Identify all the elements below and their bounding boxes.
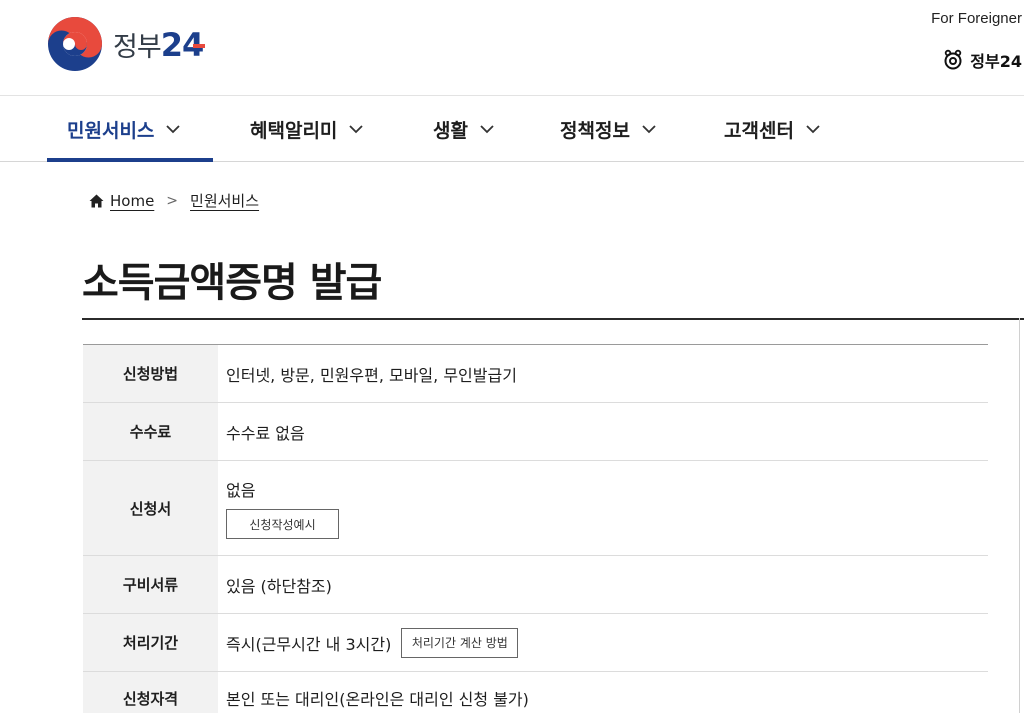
row-value-cell: 없음 신청작성예시 xyxy=(218,461,988,555)
page-title: 소득금액증명 발급 xyxy=(82,260,382,306)
content-right-border xyxy=(1019,318,1020,713)
row-header: 신청방법 xyxy=(83,345,218,402)
table-row: 구비서류 있음 (하단참조) xyxy=(83,556,988,614)
table-row: 신청서 없음 신청작성예시 xyxy=(83,461,988,556)
row-value: 인터넷, 방문, 민원우편, 모바일, 무인발급기 xyxy=(226,365,517,385)
nav-item-label: 정책정보 xyxy=(560,119,630,142)
nav-item-label: 혜택알리미 xyxy=(250,119,338,142)
row-header: 처리기간 xyxy=(83,614,218,671)
gear-icon xyxy=(944,49,962,70)
row-value: 있음 (하단참조) xyxy=(226,576,332,596)
table-row: 신청방법 인터넷, 방문, 민원우편, 모바일, 무인발급기 xyxy=(83,345,988,403)
nav-item-civil-services[interactable]: 민원서비스 xyxy=(47,96,213,162)
taegeuk-logo-icon xyxy=(48,17,102,71)
row-header: 수수료 xyxy=(83,403,218,460)
row-value: 없음 xyxy=(226,481,256,500)
nav-item-label: 생활 xyxy=(433,119,468,142)
nav-item-benefit-alerts[interactable]: 혜택알리미 xyxy=(250,96,364,162)
title-divider xyxy=(82,318,1024,320)
logo-wordmark-ko: 정부 xyxy=(113,31,162,63)
chevron-down-icon xyxy=(166,124,181,133)
table-row: 처리기간 즉시(근무시간 내 3시간) 처리기간 계산 방법 xyxy=(83,614,988,672)
site-header: 정부 2 4 For Foreigner 정부24 xyxy=(0,0,1024,96)
gov24-menu-button[interactable]: 정부24 xyxy=(942,48,1022,72)
logo-wordmark-4: 4 xyxy=(181,25,206,64)
nav-item-policy-info[interactable]: 정책정보 xyxy=(560,96,656,162)
chevron-down-icon xyxy=(642,124,656,133)
table-row: 수수료 수수료 없음 xyxy=(83,403,988,461)
row-value: 수수료 없음 xyxy=(226,423,305,443)
table-row: 신청자격 본인 또는 대리인(온라인은 대리인 신청 불가) xyxy=(83,672,988,713)
logo-wordmark-2: 2 xyxy=(160,25,183,64)
row-value: 본인 또는 대리인(온라인은 대리인 신청 불가) xyxy=(226,690,529,709)
logo-wordmark: 정부 2 4 xyxy=(113,25,206,64)
application-example-button[interactable]: 신청작성예시 xyxy=(226,509,339,539)
row-header: 신청서 xyxy=(83,461,218,555)
breadcrumb-home-link[interactable]: Home xyxy=(110,192,154,210)
row-value: 즉시(근무시간 내 3시간) xyxy=(226,634,392,654)
breadcrumb: Home > 민원서비스 xyxy=(89,190,259,211)
nav-item-customer-center[interactable]: 고객센터 xyxy=(724,96,820,162)
chevron-down-icon xyxy=(349,124,364,133)
service-info-table: 신청방법 인터넷, 방문, 민원우편, 모바일, 무인발급기 수수료 수수료 없… xyxy=(83,344,988,713)
nav-item-life[interactable]: 생활 xyxy=(433,96,494,162)
row-header: 구비서류 xyxy=(83,556,218,613)
main-nav: 민원서비스 혜택알리미 생활 정책정보 고객센터 xyxy=(0,96,1024,162)
gov24-menu-label: 정부24 xyxy=(970,52,1022,71)
processing-time-calc-button[interactable]: 처리기간 계산 방법 xyxy=(401,627,519,658)
gov24-logo[interactable]: 정부 2 4 xyxy=(47,16,206,72)
nav-item-label: 민원서비스 xyxy=(67,119,155,142)
nav-item-label: 고객센터 xyxy=(724,119,794,142)
row-header: 신청자격 xyxy=(83,672,218,713)
chevron-down-icon xyxy=(806,124,820,133)
breadcrumb-separator-icon: > xyxy=(166,192,179,209)
chevron-down-icon xyxy=(480,124,494,133)
for-foreigner-link[interactable]: For Foreigner xyxy=(931,10,1022,27)
row-value-cell: 즉시(근무시간 내 3시간) 처리기간 계산 방법 xyxy=(218,614,988,671)
home-icon xyxy=(89,194,104,207)
breadcrumb-civil-services-link[interactable]: 민원서비스 xyxy=(190,190,259,211)
